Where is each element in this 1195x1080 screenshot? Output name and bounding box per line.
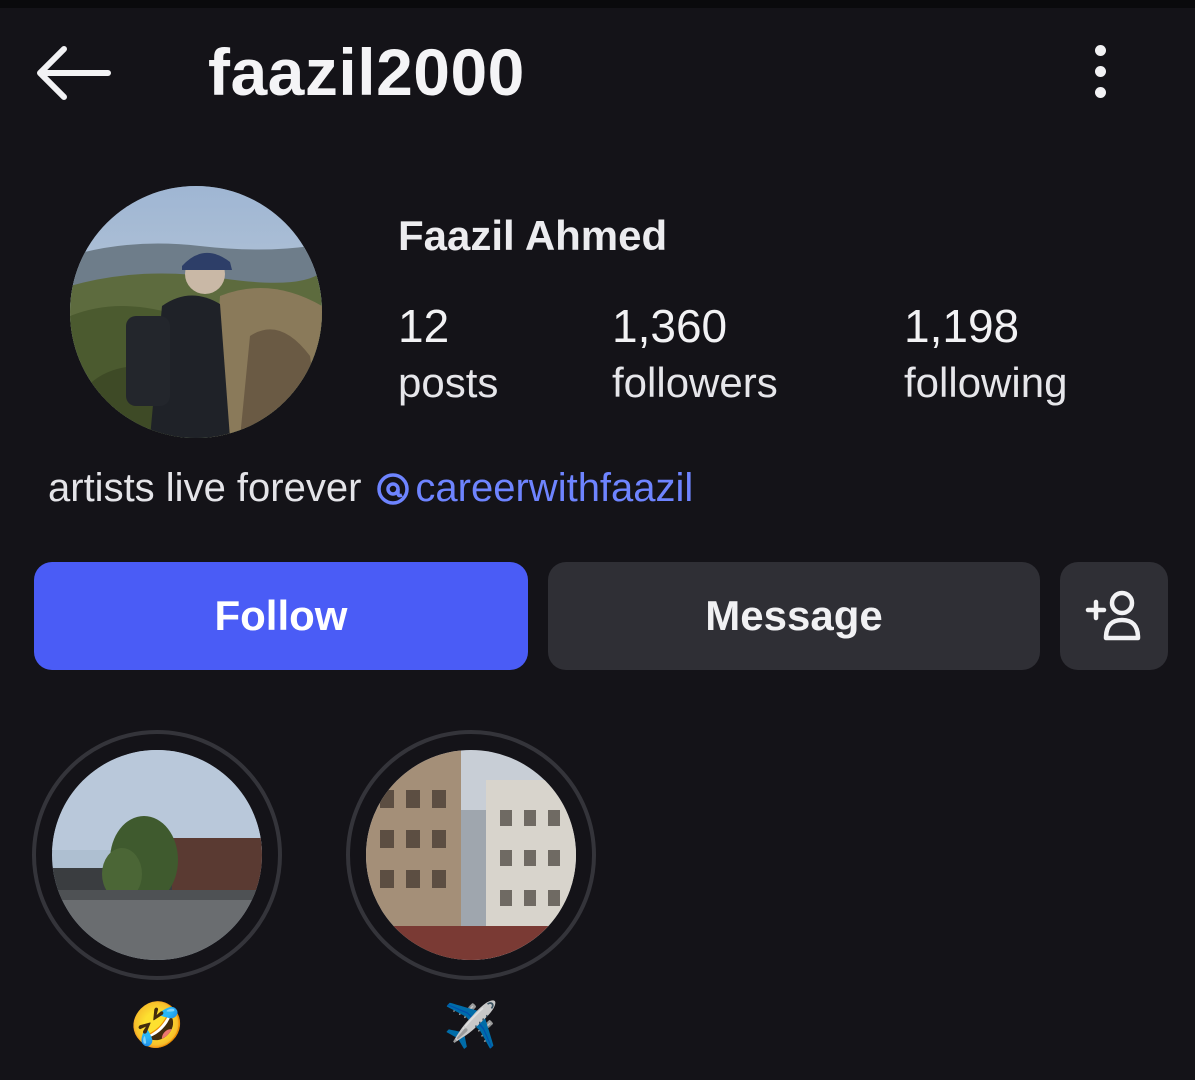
highlight-ring (346, 730, 596, 980)
highlight-cover (52, 750, 262, 960)
following-label: following (904, 359, 1068, 406)
add-person-icon (1085, 590, 1141, 641)
threads-profile-link[interactable]: careerwithfaazil (375, 466, 693, 511)
highlight-ring (32, 730, 282, 980)
threads-link-text: careerwithfaazil (415, 466, 694, 510)
more-vertical-icon-dot (1094, 65, 1106, 77)
followers-stat[interactable]: 1,360 followers (612, 298, 778, 412)
message-button[interactable]: Message (548, 562, 1040, 670)
follow-button[interactable]: Follow (34, 562, 528, 670)
more-vertical-icon (1094, 44, 1106, 56)
bio-text: artists live forever (48, 466, 362, 510)
profile-username: faazil2000 (208, 35, 525, 109)
avatar-photo (70, 186, 322, 438)
following-stat[interactable]: 1,198 following (904, 298, 1067, 412)
more-vertical-icon-dot (1094, 86, 1106, 98)
suggested-people-button[interactable] (1060, 562, 1168, 670)
highlight-label: 🤣 (129, 1001, 185, 1050)
status-bar-edge (0, 0, 1195, 8)
arrow-left-icon (37, 46, 111, 100)
posts-count: 12 (398, 300, 450, 352)
profile-bio: artists live forever careerwithfaazil (48, 466, 693, 511)
story-highlight[interactable]: ✈️ (346, 730, 596, 1052)
back-button[interactable] (30, 38, 114, 108)
posts-label: posts (398, 359, 499, 406)
threads-icon (377, 472, 410, 505)
posts-stat[interactable]: 12 posts (398, 298, 498, 412)
profile-screen: faazil2000 Faazil Ahmed 12 posts 1,360 f… (0, 0, 1195, 1080)
following-count: 1,198 (904, 300, 1020, 352)
profile-full-name: Faazil Ahmed (398, 212, 668, 259)
highlight-cover (366, 750, 576, 960)
followers-label: followers (612, 359, 778, 406)
followers-count: 1,360 (612, 300, 728, 352)
more-options-button[interactable] (1072, 36, 1128, 106)
highlight-label: ✈️ (443, 1001, 499, 1050)
profile-avatar[interactable] (70, 186, 322, 438)
story-highlight[interactable]: 🤣 (32, 730, 282, 1052)
